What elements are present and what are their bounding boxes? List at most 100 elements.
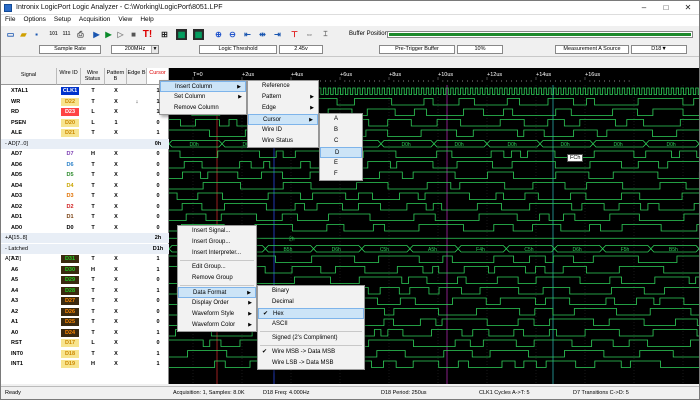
signal-row[interactable]: A3 D27 T X 0 (1, 296, 169, 306)
signal-row[interactable]: XTAL1 CLK1 T X 1 (1, 86, 169, 96)
menu-remove-column[interactable]: Remove Column (160, 103, 246, 114)
signal-row[interactable]: A7 D31 T X 1 (1, 254, 169, 264)
column-header-wire-id[interactable]: Wire ID (57, 68, 81, 85)
signal-row[interactable]: AD4 D4 T X 0 (1, 181, 169, 191)
menu-insert-column[interactable]: Insert Column ▶ (160, 81, 246, 92)
print-icon[interactable]: ⎙ (75, 29, 86, 40)
menu-cursor-e[interactable]: E (320, 158, 362, 169)
signal-row[interactable]: A4 D28 T X 1 (1, 286, 169, 296)
menu-help[interactable]: Help (136, 15, 157, 24)
column-header-signal[interactable]: Signal (1, 68, 57, 85)
menu-options[interactable]: Options (19, 15, 49, 24)
maximize-button[interactable]: □ (655, 1, 677, 15)
cursor-mid-icon[interactable]: ⇹ (257, 29, 268, 40)
threshold-field[interactable]: 2.45v (279, 45, 323, 54)
column-header-wire-status[interactable]: Wire Status (81, 68, 105, 85)
menu-data-format[interactable]: Data Format ▶ (178, 287, 256, 298)
menu-edit-group[interactable]: Edit Group... (178, 262, 256, 273)
menu-format-signed[interactable]: Signed (2's Compliment) (258, 333, 364, 344)
signal-row[interactable]: - AD[7..0] 0h (1, 138, 169, 149)
menu-pattern[interactable]: Pattern ▶ (248, 92, 318, 103)
zoom-out-icon[interactable]: ⊖ (227, 29, 238, 40)
menu-remove-group[interactable]: Remove Group (178, 273, 256, 284)
signal-row[interactable]: A0 D24 T X 1 (1, 328, 169, 338)
menu-cursor-b[interactable]: B (320, 125, 362, 136)
buffer-position-bar[interactable] (387, 31, 693, 38)
single-run-icon[interactable]: ▶ (91, 29, 102, 40)
compare-icon[interactable]: ⊞ (159, 29, 170, 40)
signal-row[interactable]: AD3 D3 T X 0 (1, 191, 169, 201)
menu-file[interactable]: File (1, 15, 19, 24)
menu-wire-id[interactable]: Wire ID (248, 125, 318, 136)
menu-insert-signal[interactable]: Insert Signal... (178, 226, 256, 237)
signal-row[interactable]: ALE D21 T X 1 (1, 128, 169, 138)
trigger-icon[interactable]: T! (142, 29, 153, 40)
chip-icon[interactable]: ▦ (176, 29, 187, 40)
sample-rate-select[interactable]: 200MHz ▼ (111, 45, 159, 54)
signal-row[interactable]: RD D23 L X 1 (1, 107, 169, 117)
sample-rate-label-combo[interactable]: Sample Rate (39, 45, 101, 54)
menu-waveform-color[interactable]: Waveform Color ▶ (178, 320, 256, 331)
export-icon[interactable]: 101 (48, 29, 59, 40)
menu-format-decimal[interactable]: Decimal (258, 297, 364, 308)
run-icon[interactable]: ▶ (103, 29, 114, 40)
menu-set-column[interactable]: Set Column ▶ (160, 92, 246, 103)
signal-row[interactable]: INT1 D19 H X 1 (1, 359, 169, 369)
menu-insert-interpreter[interactable]: Insert Interpreter... (178, 248, 256, 259)
signal-row[interactable]: INT0 D18 T X 1 (1, 349, 169, 359)
signal-row[interactable]: AD1 D1 T X 0 (1, 212, 169, 222)
stop-icon[interactable]: ■ (128, 29, 139, 40)
signal-row[interactable]: AD5 D5 T X 0 (1, 170, 169, 180)
menu-wire-lsb[interactable]: Wire LSB -> Data MSB (258, 358, 364, 369)
menu-insert-group[interactable]: Insert Group... (178, 237, 256, 248)
new-icon[interactable]: ▭ (5, 29, 16, 40)
menu-waveform-style[interactable]: Waveform Style ▶ (178, 309, 256, 320)
signal-row[interactable]: - Latched A[7..0] D1h (1, 243, 169, 262)
logic-threshold-combo[interactable]: Logic Threshold (199, 45, 277, 54)
fit-icon[interactable]: ⇔ (304, 29, 315, 40)
minimize-button[interactable]: – (633, 1, 655, 15)
menu-format-binary[interactable]: Binary (258, 286, 364, 297)
menu-format-ascii[interactable]: ASCII (258, 319, 364, 330)
step-icon[interactable]: ▷ (115, 29, 126, 40)
signal-row[interactable]: AD7 D7 H X 0 (1, 149, 169, 159)
signal-row[interactable]: A5 D29 T X 0 (1, 275, 169, 285)
export2-icon[interactable]: 111 (61, 29, 72, 40)
column-header-pattern[interactable]: Pattern B (105, 68, 127, 85)
menu-cursor-d[interactable]: D (320, 147, 362, 158)
menu-cursor-f[interactable]: F (320, 169, 362, 180)
menu-cursor-a[interactable]: A (320, 114, 362, 125)
zoom-in-icon[interactable]: ⊕ (213, 29, 224, 40)
signal-row[interactable]: RST D17 L X 0 (1, 338, 169, 348)
menu-wire-status[interactable]: Wire Status (248, 136, 318, 147)
menu-wire-msb[interactable]: ✔ Wire MSB -> Data MSB (258, 347, 364, 358)
menu-acquisition[interactable]: Acquisition (75, 15, 114, 24)
menu-edge[interactable]: Edge ▶ (248, 103, 318, 114)
menu-cursor-c[interactable]: C (320, 136, 362, 147)
signal-row[interactable]: +A[15..8] 2h (1, 233, 169, 243)
menu-display-order[interactable]: Display Order ▶ (178, 298, 256, 309)
signal-row[interactable]: A1 D25 T X 0 (1, 317, 169, 327)
ruler-icon[interactable]: ⌶ (320, 29, 331, 40)
signal-row[interactable]: AD2 D2 T X 0 (1, 202, 169, 212)
menu-setup[interactable]: Setup (50, 15, 75, 24)
measurement-field[interactable]: D18▼ (631, 45, 687, 54)
marker-icon[interactable]: ⊤ (289, 29, 300, 40)
signal-row[interactable]: A2 D26 T X 0 (1, 307, 169, 317)
column-header-edge[interactable]: Edge B (127, 68, 147, 85)
pretrigger-field[interactable]: 10% (457, 45, 503, 54)
save-icon[interactable]: ▪ (31, 29, 42, 40)
menu-view[interactable]: View (114, 15, 136, 24)
cursor-right-icon[interactable]: ⇥ (272, 29, 283, 40)
signal-row[interactable]: AD0 D0 T X 0 (1, 223, 169, 233)
board-icon[interactable]: ▦ (193, 29, 204, 40)
open-icon[interactable]: ▰ (18, 29, 29, 40)
menu-cursor[interactable]: Cursor ▶ (248, 114, 318, 125)
signal-row[interactable]: A6 D30 H X 1 (1, 265, 169, 275)
cursor-left-icon[interactable]: ⇤ (242, 29, 253, 40)
menu-reference[interactable]: Reference (248, 81, 318, 92)
menu-format-hex[interactable]: ✔ Hex (258, 308, 364, 319)
signal-row[interactable]: PSEN D20 L 1 0 (1, 118, 169, 128)
signal-row[interactable]: AD6 D6 T X 0 (1, 160, 169, 170)
pretrigger-combo[interactable]: Pre-Trigger Buffer (379, 45, 455, 54)
